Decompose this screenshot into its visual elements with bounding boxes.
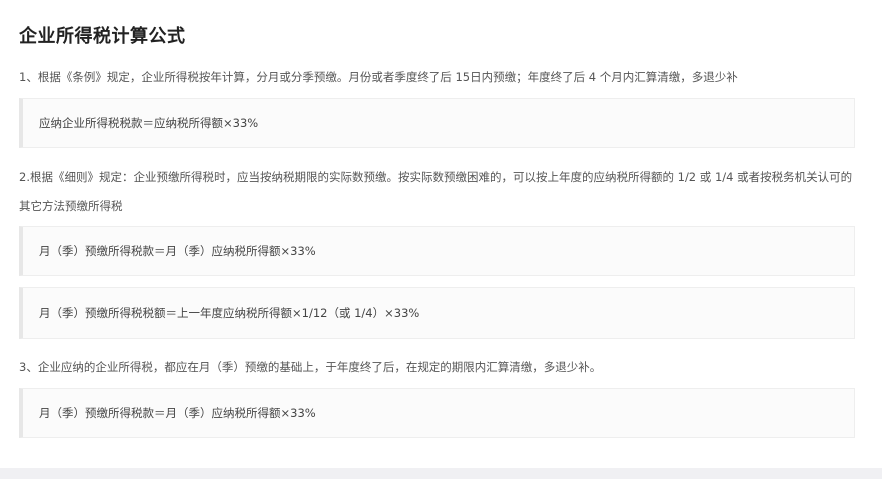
formula-box-4: 月（季）预缴所得税款＝月（季）应纳税所得额×33% xyxy=(19,388,855,438)
paragraph-3: 3、企业应纳的企业所得税，都应在月（季）预缴的基础上，于年度终了后，在规定的期限… xyxy=(19,360,602,374)
formula-box-3: 月（季）预缴所得税税额＝上一年度应纳税所得额×1/12（或 1/4）×33% xyxy=(19,287,855,339)
paragraph-2: 2.根据《细则》规定：企业预缴所得税时，应当按纳税期限的实际数预缴。按实际数预缴… xyxy=(19,170,853,213)
formula-3: 月（季）预缴所得税税额＝上一年度应纳税所得额×1/12（或 1/4）×33% xyxy=(39,306,420,320)
formula-box-1: 应纳企业所得税税款＝应纳税所得额×33% xyxy=(19,98,855,148)
paragraph-1: 1、根据《条例》规定，企业所得税按年计算，分月或分季预缴。月份或者季度终了后 1… xyxy=(19,70,738,84)
page-title: 企业所得税计算公式 xyxy=(19,26,186,47)
formula-box-2: 月（季）预缴所得税款＝月（季）应纳税所得额×33% xyxy=(19,226,855,276)
footer-strip xyxy=(0,468,882,479)
formula-2: 月（季）预缴所得税款＝月（季）应纳税所得额×33% xyxy=(39,244,316,258)
formula-4: 月（季）预缴所得税款＝月（季）应纳税所得额×33% xyxy=(39,406,316,420)
article-content: 企业所得税计算公式 1、根据《条例》规定，企业所得税按年计算，分月或分季预缴。月… xyxy=(0,0,882,468)
formula-1: 应纳企业所得税税款＝应纳税所得额×33% xyxy=(39,116,259,130)
